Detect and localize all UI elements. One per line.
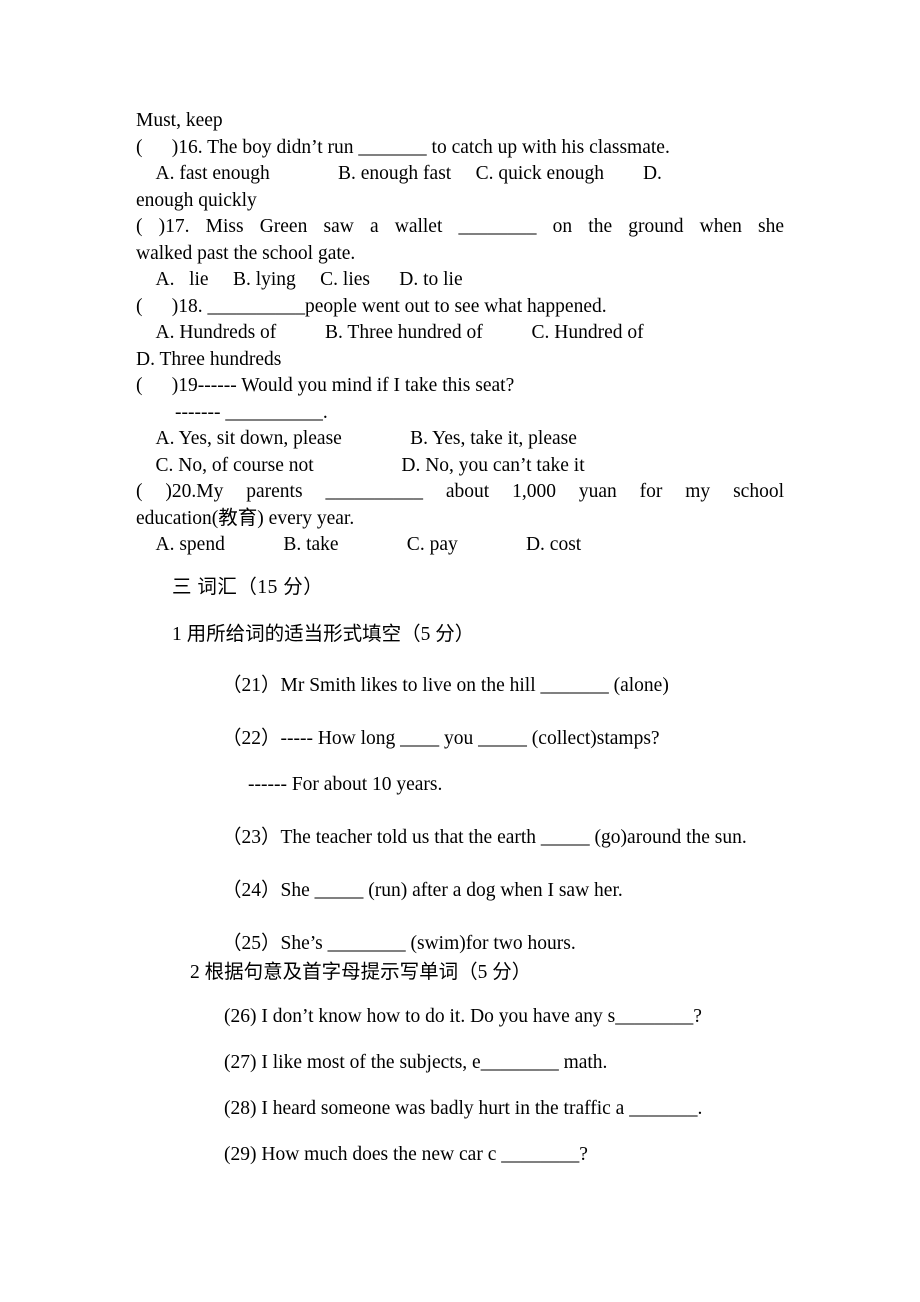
question-25: （25）She’s ________ (swim)for two hours. [222,933,576,954]
question-27: (27) I like most of the subjects, e_____… [224,1052,608,1073]
word-formation-block: (26) I don’t know how to do it. Do you h… [224,1006,804,1190]
question-20-options: A. spend B. take C. pay D. cost [136,534,582,555]
question-24: （24）She _____ (run) after a dog when I s… [222,880,623,901]
question-22: （22）----- How long ____ you _____ (colle… [222,728,660,749]
sub-section-1-heading: 1 用所给词的适当形式填空（5 分） [172,624,475,645]
section-heading-vocabulary: 三 词汇（15 分） [172,577,324,598]
question-19-options-line-2: C. No, of course not D. No, you can’t ta… [136,454,585,476]
question-22-answer-line: ------ For about 10 years. [248,774,443,795]
question-17-stem-line-2: walked past the school gate. [136,242,356,264]
question-17-stem: ( )17. Miss Green saw a wallet ________ … [136,216,784,237]
question-18-options-line-2: D. Three hundreds [136,348,282,370]
question-16-options-line-2: enough quickly [136,189,257,211]
question-18-stem: ( )18. __________people went out to see … [136,295,607,317]
question-19-stem-line-2: ------- __________. [136,401,328,423]
question-20-stem: ( )20.My parents __________ about 1,000 … [136,481,784,502]
fill-in-blanks-block: （21）Mr Smith likes to live on the hill _… [222,668,802,979]
document-page: Must, keep ( )16. The boy didn’t run ___… [0,0,920,1302]
question-16-stem: ( )16. The boy didn’t run _______ to cat… [136,136,670,158]
question-23: （23）The teacher told us that the earth _… [222,827,747,848]
question-29: (29) How much does the new car c _______… [224,1144,588,1165]
question-18-options-line-1: A. Hundreds of B. Three hundred of C. Hu… [136,322,644,343]
question-19-stem: ( )19------ Would you mind if I take thi… [136,375,515,396]
question-19-options-line-1: A. Yes, sit down, please B. Yes, take it… [136,428,577,449]
question-17-options: A. lie B. lying C. lies D. to lie [136,269,463,290]
sub-section-2-heading: 2 根据句意及首字母提示写单词（5 分） [190,962,532,983]
question-26: (26) I don’t know how to do it. Do you h… [224,1006,702,1027]
question-21: （21）Mr Smith likes to live on the hill _… [222,675,669,696]
multiple-choice-block: Must, keep ( )16. The boy didn’t run ___… [136,108,784,559]
question-20-stem-line-2: education(教育) every year. [136,507,355,529]
question-28: (28) I heard someone was badly hurt in t… [224,1098,703,1119]
question-16-options-line-1: A. fast enough B. enough fast C. quick e… [136,163,662,184]
carryover-line: Must, keep [136,110,223,131]
